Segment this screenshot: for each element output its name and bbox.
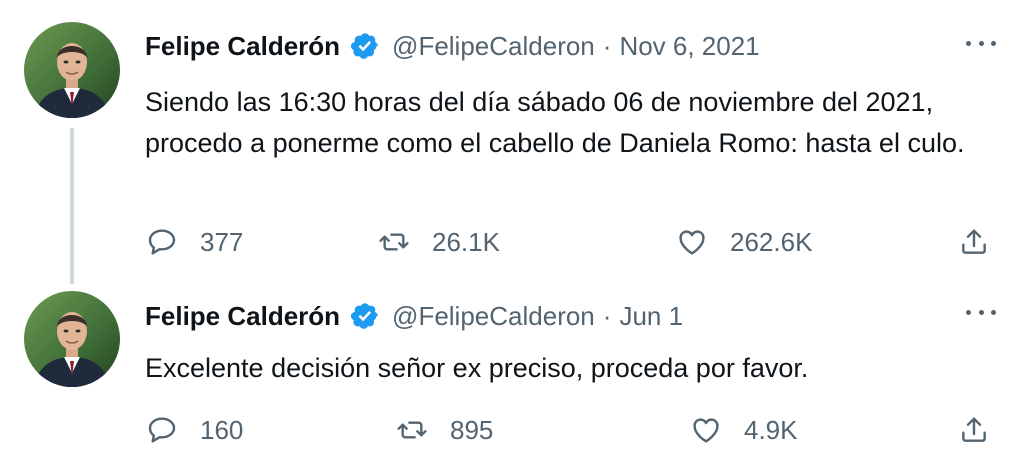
like-count: 4.9K bbox=[744, 414, 798, 445]
retweet-icon bbox=[397, 421, 427, 439]
reply-icon bbox=[148, 229, 176, 255]
share-icon bbox=[962, 417, 986, 442]
retweet-count: 895 bbox=[450, 414, 494, 445]
share-button[interactable] bbox=[958, 222, 990, 262]
avatar[interactable] bbox=[24, 291, 120, 387]
like-icon bbox=[693, 418, 719, 443]
tweet-actions: 160 895 4.9K bbox=[0, 410, 1024, 450]
avatar-photo bbox=[24, 22, 120, 118]
author-handle[interactable]: @FelipeCalderon bbox=[392, 301, 595, 332]
tweet-actions: 377 26.1K 262.6K bbox=[0, 222, 1024, 262]
more-icon[interactable] bbox=[966, 307, 996, 317]
separator-dot: · bbox=[602, 30, 612, 61]
like-button[interactable]: 262.6K bbox=[676, 222, 812, 262]
like-button[interactable]: 4.9K bbox=[690, 410, 798, 450]
verified-badge-icon bbox=[350, 31, 380, 61]
share-icon bbox=[962, 229, 986, 254]
retweet-count: 26.1K bbox=[432, 226, 500, 257]
like-icon bbox=[679, 230, 705, 255]
retweet-button[interactable]: 26.1K bbox=[378, 222, 500, 262]
tweet[interactable]: Felipe Calderón @FelipeCalderon · Jun 1 … bbox=[0, 280, 1024, 470]
tweet-date[interactable]: Jun 1 bbox=[619, 301, 683, 332]
tweet-header: Felipe Calderón @FelipeCalderon · Jun 1 bbox=[145, 296, 683, 336]
author-name[interactable]: Felipe Calderón bbox=[145, 31, 340, 62]
tweet-header: Felipe Calderón @FelipeCalderon · Nov 6,… bbox=[145, 26, 760, 66]
tweet-date[interactable]: Nov 6, 2021 bbox=[619, 31, 759, 62]
reply-count: 160 bbox=[200, 414, 244, 445]
tweet[interactable]: Felipe Calderón @FelipeCalderon · Nov 6,… bbox=[0, 0, 1024, 284]
avatar-photo bbox=[24, 291, 120, 387]
author-name[interactable]: Felipe Calderón bbox=[145, 301, 340, 332]
avatar[interactable] bbox=[24, 22, 120, 118]
reply-count: 377 bbox=[200, 226, 244, 257]
separator-dot: · bbox=[602, 300, 612, 331]
verified-badge-icon bbox=[350, 301, 380, 331]
share-button[interactable] bbox=[958, 410, 990, 450]
reply-icon bbox=[148, 417, 176, 443]
tweet-text: Siendo las 16:30 horas del día sábado 06… bbox=[145, 87, 965, 158]
retweet-icon bbox=[379, 233, 409, 251]
reply-button[interactable]: 160 bbox=[146, 410, 243, 450]
reply-button[interactable]: 377 bbox=[146, 222, 243, 262]
retweet-button[interactable]: 895 bbox=[396, 410, 493, 450]
tweet-text: Excelente decisión señor ex preciso, pro… bbox=[145, 353, 809, 383]
more-icon[interactable] bbox=[966, 38, 996, 48]
author-handle[interactable]: @FelipeCalderon bbox=[392, 31, 595, 62]
like-count: 262.6K bbox=[730, 226, 813, 257]
